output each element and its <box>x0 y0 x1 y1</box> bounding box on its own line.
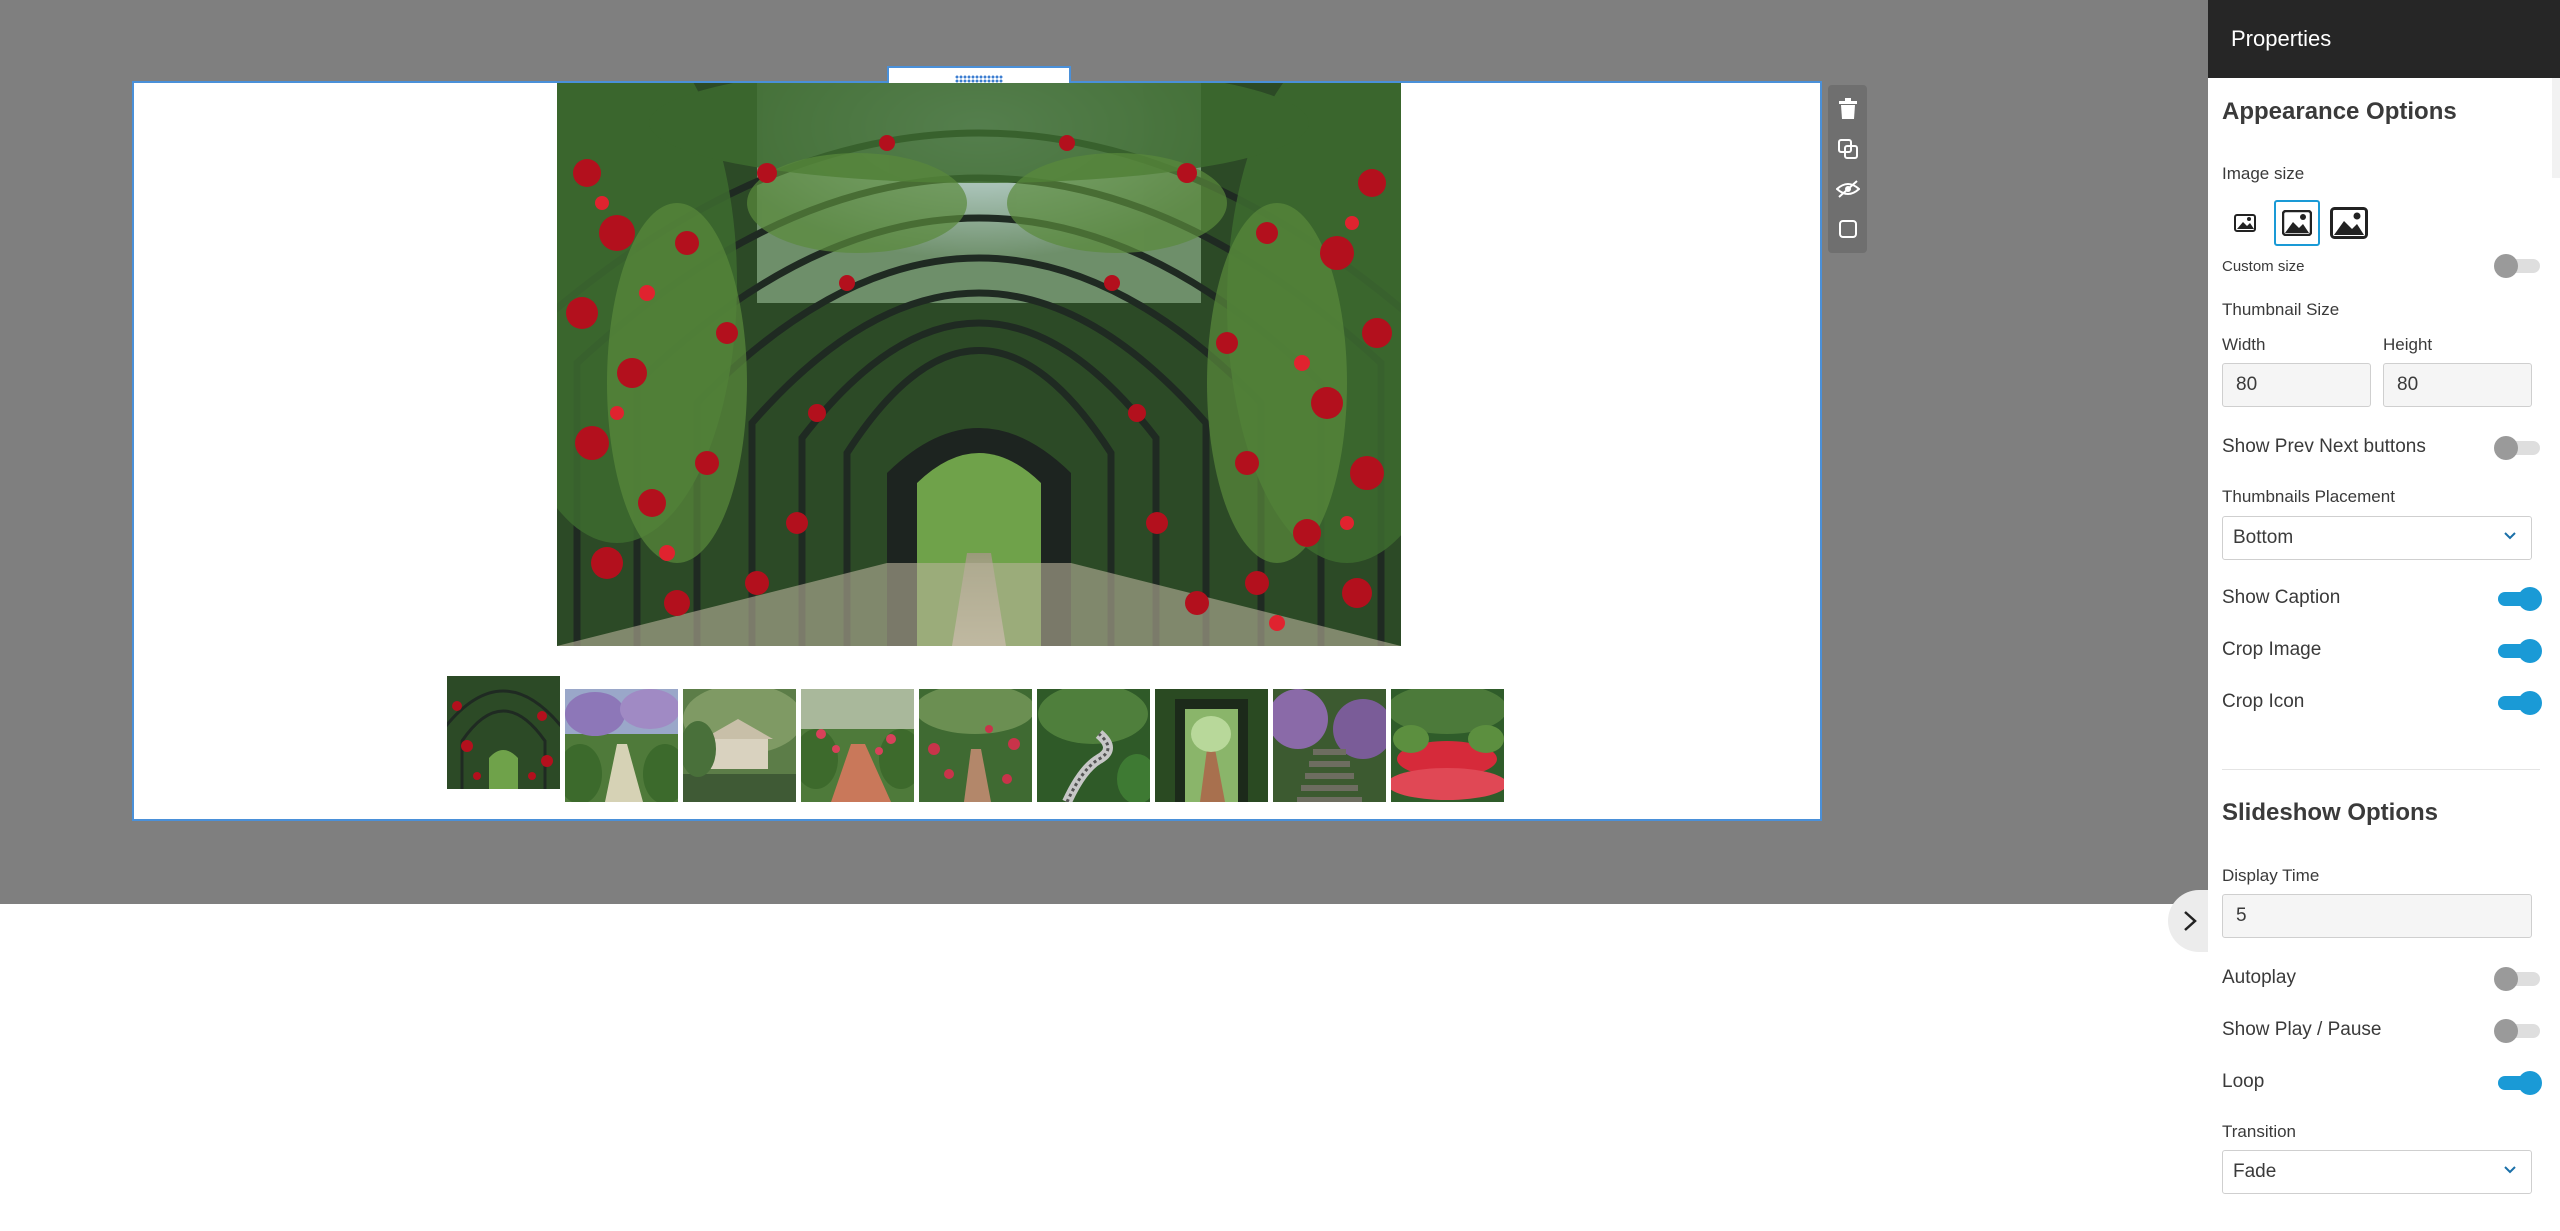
widget-toolbar <box>1828 85 1867 253</box>
display-time-input[interactable]: 5 <box>2222 894 2532 938</box>
placement-select[interactable]: Bottom <box>2222 516 2532 560</box>
thumbnail-4[interactable] <box>801 689 914 802</box>
loop-label: Loop <box>2222 1071 2265 1092</box>
autoplay-label: Autoplay <box>2222 967 2296 988</box>
custom-size-label: Custom size <box>2222 258 2305 275</box>
trash-icon <box>1838 98 1857 119</box>
main-image <box>557 83 1401 646</box>
chevron-right-icon <box>2184 911 2197 931</box>
section-divider <box>2222 769 2540 770</box>
gallery-widget[interactable] <box>132 66 1822 821</box>
placement-label: Thumbnails Placement <box>2222 487 2395 506</box>
thumbnail-6[interactable] <box>1037 689 1150 802</box>
image-size-medium-button[interactable] <box>2274 200 2320 246</box>
thumbnail-size-label: Thumbnail Size <box>2222 300 2340 319</box>
chevron-down-icon <box>2504 1166 2516 1174</box>
crop-image-toggle[interactable] <box>2494 639 2542 663</box>
thumbnail-1[interactable] <box>447 676 560 789</box>
panel-scrollbar[interactable] <box>2552 78 2560 178</box>
slideshow-heading: Slideshow Options <box>2222 799 2439 826</box>
duplicate-icon <box>1837 139 1858 159</box>
crop-icon-toggle[interactable] <box>2494 691 2542 715</box>
hide-icon <box>1835 180 1860 198</box>
panel-title: Properties <box>2208 0 2560 78</box>
image-size-large-button[interactable] <box>2326 200 2372 246</box>
thumbnail-width-input[interactable]: 80 <box>2222 363 2371 407</box>
frame-button[interactable] <box>1832 209 1864 249</box>
play-pause-toggle[interactable] <box>2494 1019 2540 1043</box>
image-large-icon <box>2330 207 2368 239</box>
show-caption-toggle[interactable] <box>2494 587 2542 611</box>
crop-image-label: Crop Image <box>2222 639 2322 660</box>
square-icon <box>1838 220 1857 238</box>
hide-button[interactable] <box>1832 169 1864 209</box>
thumbnail-height-input[interactable]: 80 <box>2383 363 2532 407</box>
delete-button[interactable] <box>1832 89 1864 129</box>
transition-value: Fade <box>2233 1161 2277 1182</box>
width-label: Width <box>2222 335 2266 354</box>
thumbnail-5[interactable] <box>919 689 1032 802</box>
prev-next-label: Show Prev Next buttons <box>2222 436 2426 457</box>
thumbnail-2[interactable] <box>565 689 678 802</box>
loop-toggle[interactable] <box>2494 1071 2542 1095</box>
display-time-label: Display Time <box>2222 866 2320 885</box>
image-size-label: Image size <box>2222 164 2305 183</box>
appearance-heading: Appearance Options <box>2222 98 2457 125</box>
thumbnail-7[interactable] <box>1155 689 1268 802</box>
height-label: Height <box>2383 335 2433 354</box>
custom-size-toggle[interactable] <box>2494 254 2540 278</box>
duplicate-button[interactable] <box>1832 129 1864 169</box>
thumbnail-9[interactable] <box>1391 689 1504 802</box>
properties-panel: Properties Appearance Options Image size… <box>2208 0 2560 1231</box>
placement-value: Bottom <box>2233 527 2294 548</box>
crop-icon-label: Crop Icon <box>2222 691 2305 712</box>
chevron-down-icon <box>2504 532 2516 540</box>
image-small-icon <box>2234 214 2256 232</box>
thumbnail-strip <box>447 676 1504 802</box>
transition-select[interactable]: Fade <box>2222 1150 2532 1194</box>
editor-canvas <box>0 0 2208 904</box>
image-size-small-button[interactable] <box>2222 200 2268 246</box>
thumbnail-8[interactable] <box>1273 689 1386 802</box>
image-medium-icon <box>2282 210 2312 236</box>
transition-label: Transition <box>2222 1122 2297 1141</box>
thumbnail-3[interactable] <box>683 689 796 802</box>
prev-next-toggle[interactable] <box>2494 436 2540 460</box>
show-caption-label: Show Caption <box>2222 587 2341 608</box>
autoplay-toggle[interactable] <box>2494 967 2540 991</box>
play-pause-label: Show Play / Pause <box>2222 1019 2382 1040</box>
image-size-options <box>2222 200 2372 246</box>
